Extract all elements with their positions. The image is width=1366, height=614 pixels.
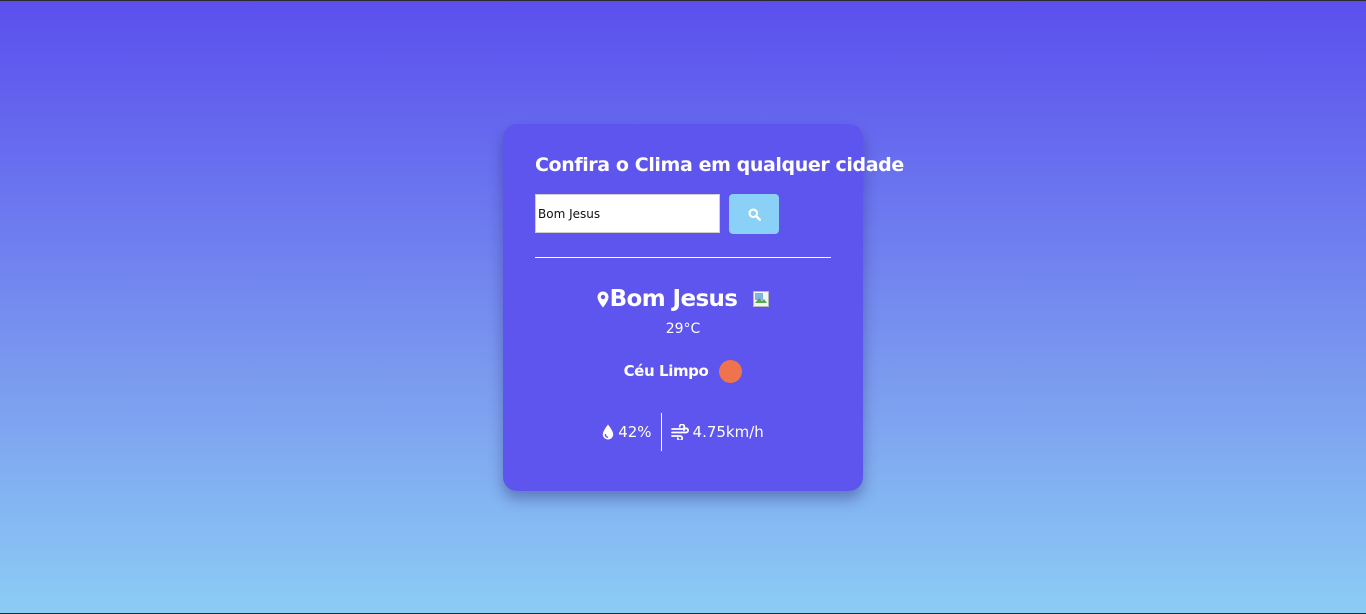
card-title: Confira o Clima em qualquer cidade [535, 154, 904, 176]
top-border [0, 0, 1366, 1]
wind-value: 4.75km/h [692, 423, 764, 441]
divider [535, 257, 831, 258]
clear-sky-icon [719, 359, 743, 383]
weather-card: Confira o Clima em qualquer cidade Bom J… [503, 124, 904, 491]
humidity-value: 42% [618, 423, 652, 441]
search-button[interactable] [729, 194, 779, 234]
weather-details: 42% 4.75km/h [503, 413, 863, 451]
humidity: 42% [602, 423, 652, 441]
country-flag-icon [753, 291, 770, 307]
temperature: 29°C [503, 321, 863, 337]
wind-icon [670, 424, 689, 440]
weather-description: Céu Limpo [623, 362, 709, 380]
temperature-unit: °C [683, 321, 701, 337]
temperature-value: 29 [665, 321, 684, 337]
description-row: Céu Limpo [503, 358, 863, 384]
map-pin-icon [597, 291, 609, 307]
search-icon [747, 207, 761, 221]
wind: 4.75km/h [670, 423, 764, 441]
details-separator [660, 413, 662, 451]
water-drop-icon [602, 424, 614, 440]
city-row: Bom Jesus [503, 284, 863, 314]
city-name: Bom Jesus [609, 286, 738, 312]
city-search-input[interactable] [535, 194, 720, 233]
